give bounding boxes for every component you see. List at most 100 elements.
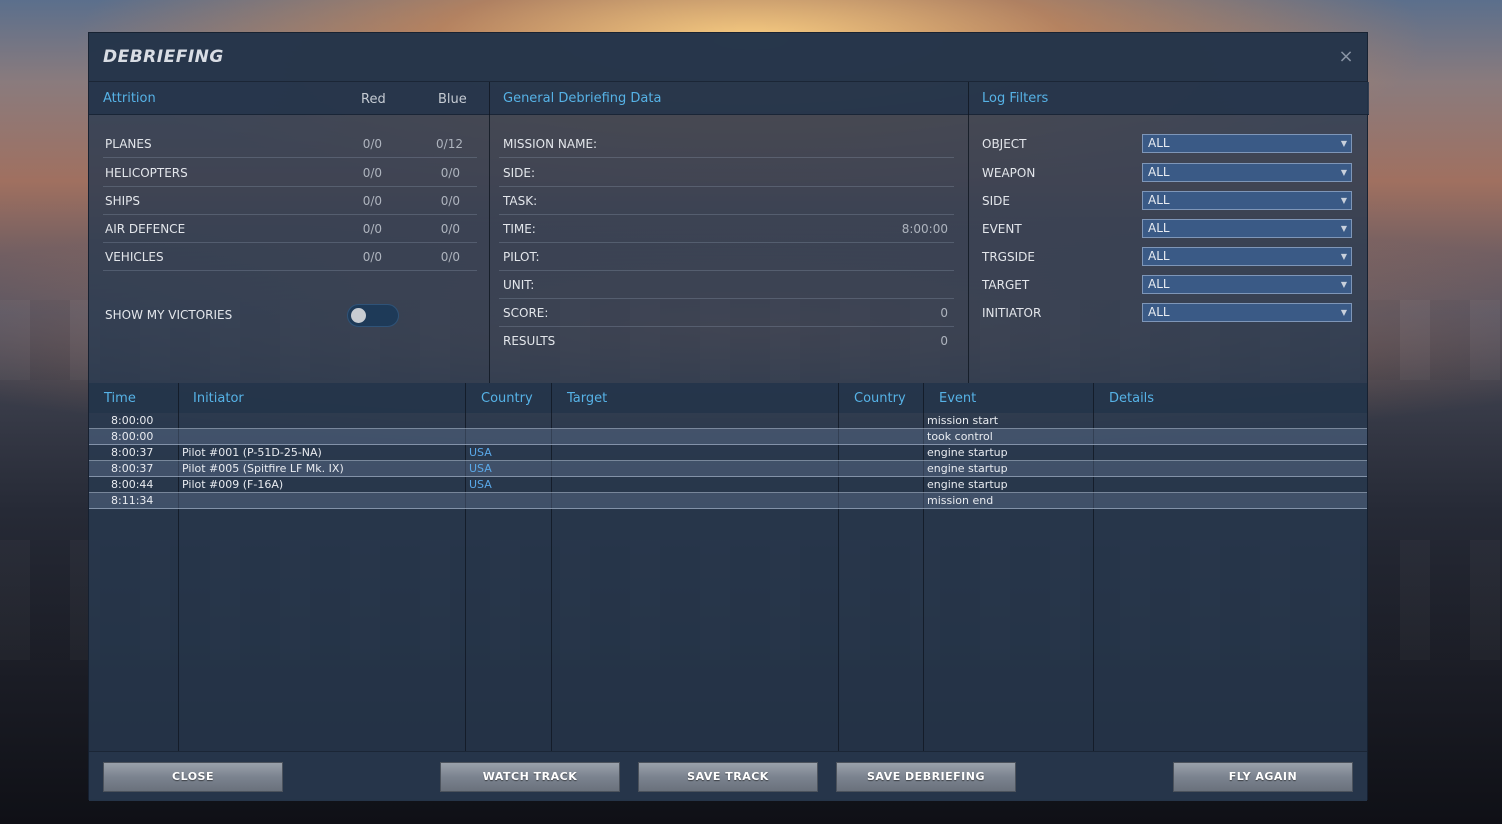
attrition-red-value: 0/0 (362, 137, 382, 151)
log-event: took control (927, 430, 993, 443)
general-value: 0 (940, 306, 948, 320)
attrition-label: SHIPS (105, 194, 141, 208)
row-separator (499, 326, 954, 327)
column-divider (489, 82, 490, 383)
log-header-event[interactable]: Event (939, 391, 976, 406)
log-event: mission start (927, 414, 999, 427)
row-separator (499, 157, 954, 158)
table-row[interactable]: 8:11:34 mission end (89, 493, 1367, 509)
general-value: 0 (940, 334, 948, 348)
table-row[interactable]: 8:00:00 took control (89, 429, 1367, 445)
log-initiator: Pilot #009 (F-16A) (182, 478, 284, 491)
filter-object-value: ALL (1148, 136, 1170, 150)
filter-target-select[interactable]: ALL ▼ (1142, 275, 1352, 294)
log-event: engine startup (927, 446, 1008, 459)
close-icon[interactable]: × (1337, 46, 1355, 67)
footer-bar: CLOSE WATCH TRACK SAVE TRACK SAVE DEBRIE… (89, 751, 1367, 801)
row-separator (103, 186, 477, 187)
log-event: engine startup (927, 462, 1008, 475)
log-country[interactable]: USA (469, 446, 492, 459)
attrition-red-value: 0/0 (362, 194, 382, 208)
attrition-blue-value: 0/0 (440, 166, 460, 180)
general-label: SIDE: (503, 166, 536, 180)
filter-label-side: SIDE (982, 194, 1010, 208)
attrition-blue-value: 0/0 (440, 222, 460, 236)
fly-again-button[interactable]: FLY AGAIN (1173, 762, 1353, 792)
table-row[interactable]: 8:00:00 mission start (89, 413, 1367, 429)
general-label: UNIT: (503, 278, 535, 292)
show-victories-label: SHOW MY VICTORIES (105, 308, 233, 322)
filters-heading: Log Filters (982, 91, 1049, 106)
row-separator (103, 242, 477, 243)
log-time: 8:00:00 (111, 414, 154, 427)
log-time: 8:00:00 (111, 430, 154, 443)
filter-initiator-value: ALL (1148, 305, 1170, 319)
filter-trgside-value: ALL (1148, 249, 1170, 263)
log-header-initiator[interactable]: Initiator (193, 391, 244, 406)
log-country[interactable]: USA (469, 462, 492, 475)
save-debriefing-button[interactable]: SAVE DEBRIEFING (836, 762, 1016, 792)
log-event: engine startup (927, 478, 1008, 491)
filter-label-initiator: INITIATOR (982, 306, 1042, 320)
filter-label-event: EVENT (982, 222, 1022, 236)
row-separator (499, 298, 954, 299)
attrition-header: Attrition Red Blue (89, 82, 489, 115)
filters-header: Log Filters (968, 82, 1369, 115)
log-header-target-country[interactable]: Country (854, 391, 906, 406)
log-header-details[interactable]: Details (1109, 391, 1154, 406)
general-label: TASK: (503, 194, 538, 208)
table-row[interactable]: 8:00:44 Pilot #009 (F-16A) USA engine st… (89, 477, 1367, 493)
filter-trgside-select[interactable]: ALL ▼ (1142, 247, 1352, 266)
filter-event-select[interactable]: ALL ▼ (1142, 219, 1352, 238)
row-separator (499, 270, 954, 271)
general-label: SCORE: (503, 306, 549, 320)
chevron-down-icon: ▼ (1340, 168, 1347, 177)
row-separator (499, 242, 954, 243)
chevron-down-icon: ▼ (1340, 308, 1347, 317)
general-label: PILOT: (503, 250, 540, 264)
show-victories-toggle[interactable] (347, 304, 399, 327)
log-header-time[interactable]: Time (104, 391, 136, 406)
chevron-down-icon: ▼ (1340, 252, 1347, 261)
filter-target-value: ALL (1148, 277, 1170, 291)
attrition-red-value: 0/0 (362, 222, 382, 236)
attrition-label: VEHICLES (105, 250, 164, 264)
filter-label-target: TARGET (982, 278, 1030, 292)
chevron-down-icon: ▼ (1340, 280, 1347, 289)
watch-track-button[interactable]: WATCH TRACK (440, 762, 620, 792)
log-header-country[interactable]: Country (481, 391, 533, 406)
log-initiator: Pilot #001 (P-51D-25-NA) (182, 446, 322, 459)
dialog-title: DEBRIEFING (103, 47, 224, 67)
title-bar: DEBRIEFING × (89, 33, 1367, 82)
filter-object-select[interactable]: ALL ▼ (1142, 134, 1352, 153)
log-table-header: Time Initiator Country Target Country Ev… (89, 383, 1367, 413)
filter-side-select[interactable]: ALL ▼ (1142, 191, 1352, 210)
debriefing-dialog: DEBRIEFING × Attrition Red Blue General … (88, 32, 1369, 801)
save-track-button[interactable]: SAVE TRACK (638, 762, 818, 792)
column-divider (968, 82, 969, 383)
attrition-blue-header: Blue (438, 92, 467, 107)
table-row[interactable]: 8:00:37 Pilot #001 (P-51D-25-NA) USA eng… (89, 445, 1367, 461)
log-time: 8:00:37 (111, 462, 154, 475)
attrition-blue-value: 0/0 (440, 194, 460, 208)
attrition-red-value: 0/0 (362, 250, 382, 264)
toggle-knob (351, 308, 366, 323)
log-country[interactable]: USA (469, 478, 492, 491)
filter-initiator-select[interactable]: ALL ▼ (1142, 303, 1352, 322)
close-button[interactable]: CLOSE (103, 762, 283, 792)
chevron-down-icon: ▼ (1340, 196, 1347, 205)
attrition-heading: Attrition (103, 91, 156, 106)
attrition-red-value: 0/0 (362, 166, 382, 180)
log-time: 8:00:44 (111, 478, 154, 491)
attrition-blue-value: 0/12 (436, 137, 463, 151)
general-label: RESULTS (503, 334, 556, 348)
attrition-label: AIR DEFENCE (105, 222, 186, 236)
filter-label-trgside: TRGSIDE (982, 250, 1035, 264)
row-separator (103, 157, 477, 158)
log-header-target[interactable]: Target (567, 391, 607, 406)
attrition-red-header: Red (361, 92, 386, 107)
filter-label-object: OBJECT (982, 137, 1027, 151)
general-value: 8:00:00 (901, 222, 948, 236)
table-row[interactable]: 8:00:37 Pilot #005 (Spitfire LF Mk. IX) … (89, 461, 1367, 477)
filter-weapon-select[interactable]: ALL ▼ (1142, 163, 1352, 182)
